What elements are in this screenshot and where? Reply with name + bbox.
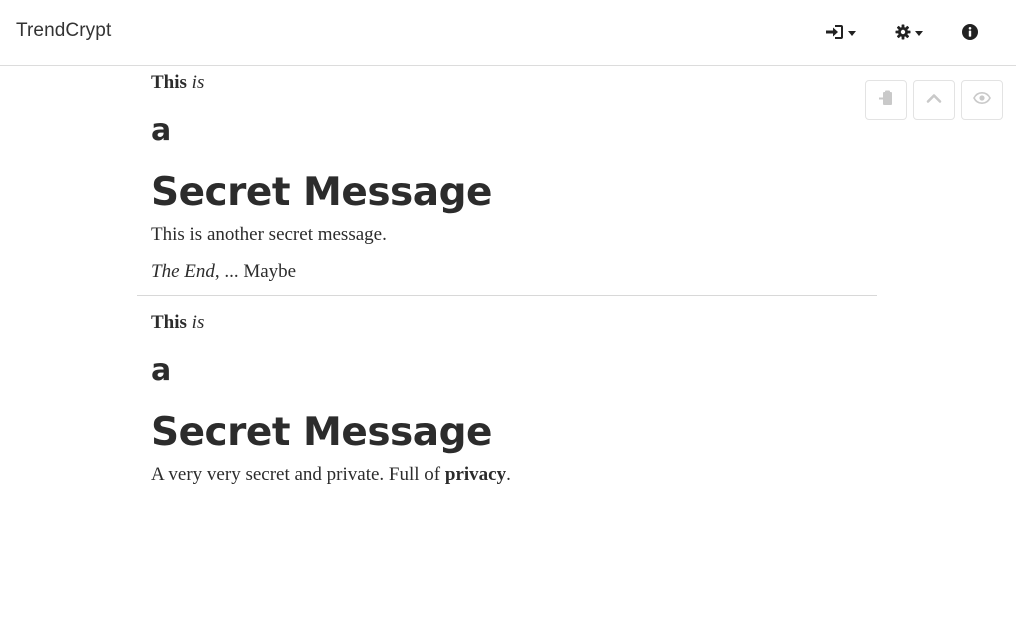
message-subheading: a [151, 113, 172, 148]
brand-logo[interactable]: TrendCrypt [16, 20, 111, 42]
message-heading: Secret Message [151, 170, 492, 215]
message-intro: This is [151, 72, 863, 94]
eye-icon [973, 91, 991, 109]
message-paragraph: A very very secret and private. Full of … [151, 464, 863, 486]
intro-italic-text: is [191, 312, 205, 333]
caret-down-icon [848, 30, 856, 36]
message-toolbar [865, 80, 1003, 120]
message-card: This is a Secret Message A very very sec… [137, 296, 877, 486]
navbar: TrendCrypt [0, 0, 1016, 66]
toggle-view-button[interactable] [961, 80, 1003, 120]
message-card: This is a Secret Message This is another… [137, 66, 877, 296]
message-intro: This is [151, 312, 863, 334]
paragraph-text: . [506, 464, 511, 485]
message-paragraph: This is another secret message. [151, 224, 387, 245]
scroll-up-button[interactable] [913, 80, 955, 120]
paragraph-text: A very very secret and private. Full of [151, 464, 445, 485]
intro-bold-text: This [151, 312, 187, 333]
intro-bold-text: This [151, 72, 187, 93]
paragraph-text: , ... Maybe [214, 261, 297, 282]
messages-list: This is a Secret Message This is another… [137, 66, 877, 486]
caret-down-icon [915, 30, 923, 36]
sign-in-dropdown[interactable] [826, 20, 856, 44]
settings-dropdown[interactable] [895, 20, 923, 44]
intro-italic-text: is [191, 72, 205, 93]
info-icon [962, 24, 978, 40]
sign-in-icon [826, 24, 844, 40]
message-subheading: a [151, 353, 172, 388]
gear-icon [895, 24, 911, 40]
message-heading: Secret Message [151, 410, 492, 455]
italic-text: The End [151, 261, 215, 282]
chevron-up-icon [926, 91, 942, 109]
message-paragraph: The End, ... Maybe [151, 261, 863, 283]
paste-icon [878, 90, 894, 111]
info-button[interactable] [962, 20, 978, 44]
bold-text: privacy [444, 464, 507, 485]
